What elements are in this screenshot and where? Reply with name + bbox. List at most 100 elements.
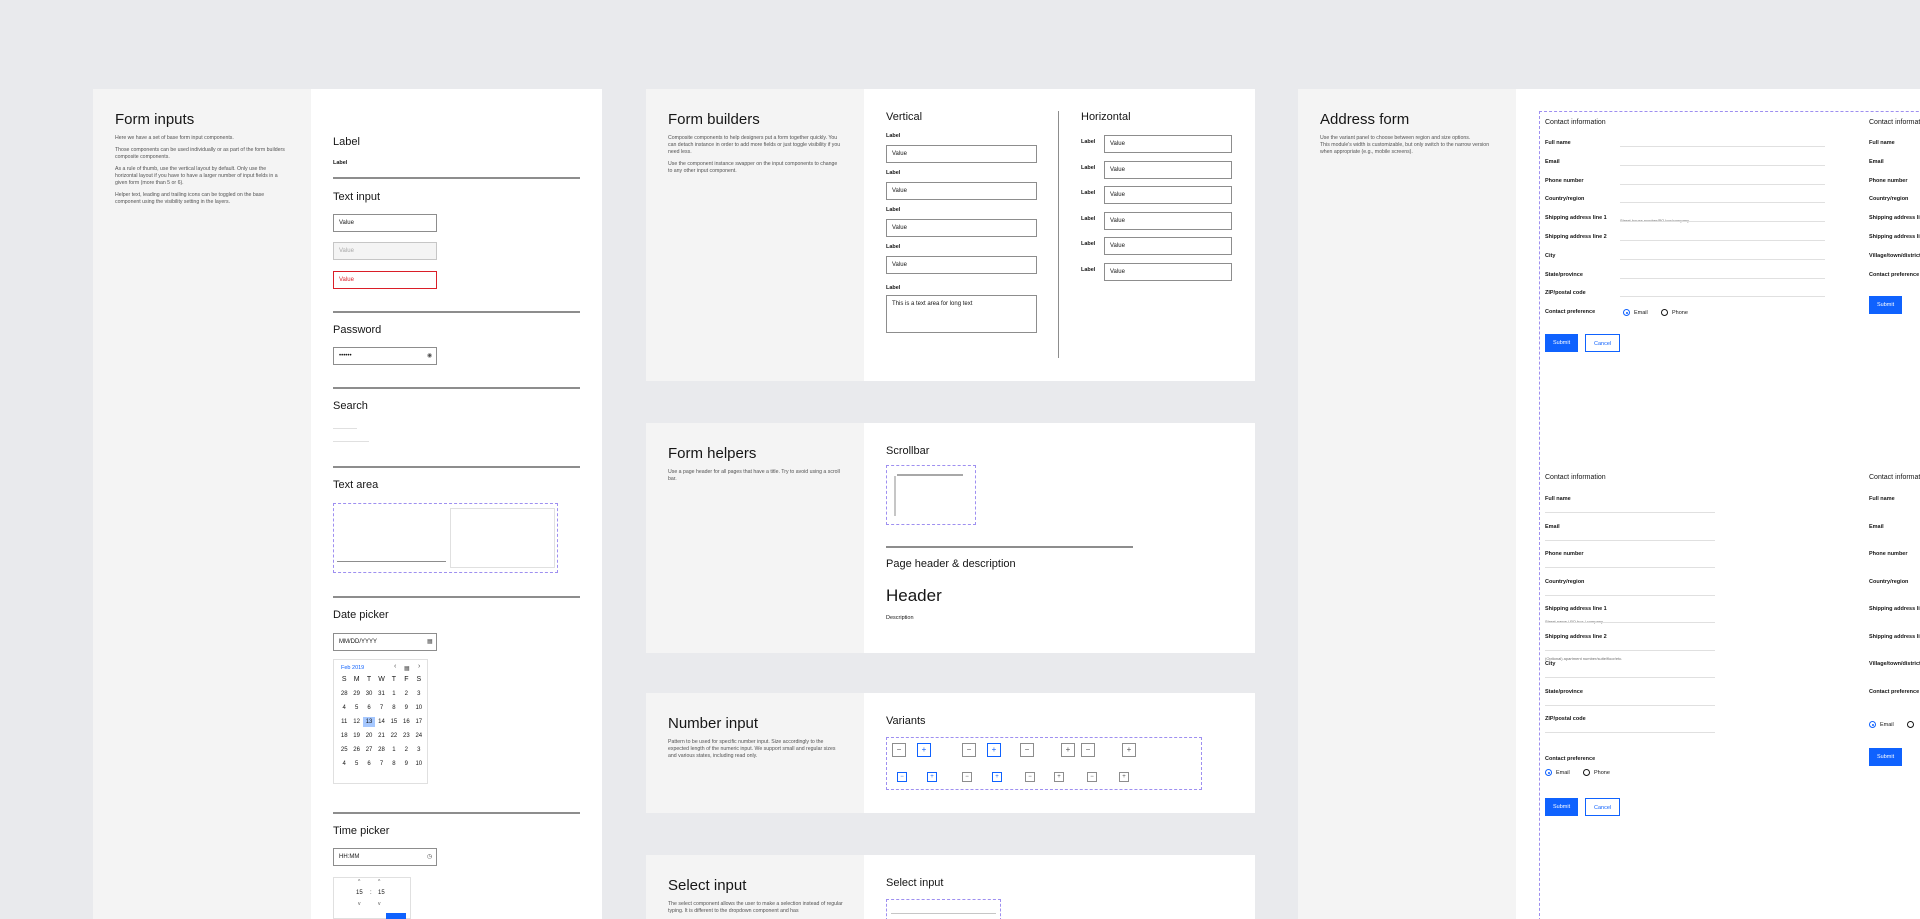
calendar-day[interactable]: 15 bbox=[388, 717, 400, 727]
vertical-text-area[interactable]: This is a text area for long text bbox=[886, 295, 1037, 333]
increment-button[interactable]: + bbox=[1061, 743, 1075, 757]
field-underline[interactable] bbox=[1545, 539, 1715, 541]
field-underline[interactable] bbox=[1620, 183, 1825, 185]
eye-icon[interactable]: ◉ bbox=[427, 352, 432, 359]
increment-small-button[interactable]: + bbox=[1119, 772, 1129, 782]
decrement-small-button[interactable]: − bbox=[1025, 772, 1035, 782]
calendar-day[interactable]: 30 bbox=[363, 689, 375, 699]
field-input[interactable]: Value bbox=[1104, 135, 1232, 153]
text-area[interactable] bbox=[337, 508, 446, 562]
calendar-day[interactable]: 16 bbox=[400, 717, 412, 727]
chevron-down-icon[interactable]: v bbox=[358, 901, 361, 907]
field-input[interactable]: Value bbox=[1104, 262, 1232, 281]
increment-small-button[interactable]: + bbox=[1054, 772, 1064, 782]
calendar-day[interactable]: 8 bbox=[388, 759, 400, 769]
field-underline[interactable] bbox=[1620, 146, 1825, 147]
submit-button[interactable]: Submit bbox=[1869, 748, 1903, 766]
chevron-up-icon[interactable]: ^ bbox=[358, 879, 360, 885]
field-underline[interactable] bbox=[1545, 704, 1715, 706]
decrement-small-button[interactable]: − bbox=[1087, 772, 1097, 782]
cancel-button[interactable]: Cancel bbox=[1585, 798, 1621, 816]
calendar-day[interactable]: 2 bbox=[400, 689, 412, 699]
calendar-day[interactable]: 14 bbox=[375, 717, 387, 727]
field-underline[interactable] bbox=[1620, 164, 1825, 166]
minutes-value[interactable]: 15 bbox=[378, 890, 385, 896]
field-input[interactable]: Value bbox=[886, 256, 1037, 274]
increment-button[interactable]: + bbox=[987, 743, 1001, 757]
decrement-button[interactable]: − bbox=[892, 743, 906, 757]
calendar-day[interactable]: 31 bbox=[375, 689, 387, 699]
hours-value[interactable]: 15 bbox=[356, 890, 363, 896]
calendar-day[interactable]: 29 bbox=[350, 689, 362, 699]
select-input-field[interactable] bbox=[891, 904, 996, 914]
horizontal-scrollbar[interactable] bbox=[897, 474, 963, 476]
calendar-day[interactable]: 6 bbox=[363, 703, 375, 713]
calendar-day[interactable]: 8 bbox=[388, 703, 400, 713]
password-input[interactable]: •••••• bbox=[333, 347, 437, 365]
field-underline[interactable] bbox=[1545, 594, 1715, 596]
calendar-day[interactable]: 18 bbox=[338, 731, 350, 741]
increment-button[interactable]: + bbox=[917, 743, 931, 757]
field-input[interactable]: Value bbox=[1104, 237, 1232, 255]
increment-button[interactable]: + bbox=[1122, 743, 1136, 757]
field-underline[interactable] bbox=[1545, 732, 1715, 733]
field-input[interactable]: Value bbox=[1104, 211, 1232, 230]
date-input[interactable]: MM/DD/YYYY bbox=[333, 633, 437, 651]
field-input[interactable]: Value bbox=[886, 182, 1037, 200]
field-underline[interactable] bbox=[1545, 677, 1715, 678]
calendar-day[interactable]: 5 bbox=[350, 703, 362, 713]
submit-button[interactable]: Submit bbox=[1869, 296, 1903, 314]
field-underline[interactable] bbox=[1545, 512, 1715, 513]
calendar-day[interactable]: 1 bbox=[388, 745, 400, 755]
clock-icon[interactable]: ◷ bbox=[427, 853, 432, 860]
radio-email[interactable] bbox=[1545, 769, 1552, 776]
field-underline[interactable] bbox=[1620, 202, 1825, 204]
calendar-day[interactable]: 24 bbox=[413, 731, 425, 741]
field-underline[interactable] bbox=[1620, 258, 1825, 260]
cancel-button[interactable]: Cancel bbox=[1585, 334, 1621, 352]
calendar-day[interactable]: 7 bbox=[375, 759, 387, 769]
calendar-day[interactable]: 9 bbox=[400, 759, 412, 769]
chevron-right-icon[interactable]: › bbox=[418, 663, 420, 670]
time-input[interactable]: HH:MM bbox=[333, 848, 437, 866]
calendar-icon[interactable]: ▦ bbox=[427, 638, 433, 645]
field-underline[interactable] bbox=[1545, 622, 1715, 623]
calendar-day[interactable]: 13 bbox=[362, 717, 376, 727]
search-input-small[interactable] bbox=[333, 441, 369, 442]
calendar-icon[interactable]: ▦ bbox=[404, 665, 410, 672]
confirm-button[interactable] bbox=[386, 913, 406, 919]
field-input[interactable]: Value bbox=[1104, 160, 1232, 179]
text-input[interactable]: Value bbox=[333, 214, 437, 232]
calendar-day[interactable]: 11 bbox=[338, 717, 350, 727]
increment-small-button[interactable]: + bbox=[992, 772, 1002, 782]
field-input[interactable]: Value bbox=[1104, 186, 1232, 204]
calendar-day[interactable]: 28 bbox=[338, 689, 350, 699]
calendar-day[interactable]: 6 bbox=[363, 759, 375, 769]
chevron-up-icon[interactable]: ^ bbox=[378, 879, 380, 885]
calendar-day[interactable]: 3 bbox=[413, 689, 425, 699]
search-input[interactable] bbox=[333, 428, 357, 429]
decrement-small-button[interactable]: − bbox=[897, 772, 907, 782]
calendar-day[interactable]: 4 bbox=[338, 703, 350, 713]
calendar-day[interactable]: 3 bbox=[413, 745, 425, 755]
calendar-day[interactable]: 17 bbox=[413, 717, 425, 727]
calendar-day[interactable]: 22 bbox=[388, 731, 400, 741]
decrement-small-button[interactable]: − bbox=[962, 772, 972, 782]
submit-button[interactable]: Submit bbox=[1545, 798, 1579, 816]
calendar-day[interactable]: 23 bbox=[400, 731, 412, 741]
submit-button[interactable]: Submit bbox=[1545, 334, 1579, 352]
decrement-button[interactable]: − bbox=[1081, 743, 1095, 757]
text-area-with-counter[interactable] bbox=[450, 508, 555, 568]
calendar-day[interactable]: 2 bbox=[400, 745, 412, 755]
increment-small-button[interactable]: + bbox=[927, 772, 937, 782]
calendar-day[interactable]: 21 bbox=[375, 731, 387, 741]
calendar-day[interactable]: 20 bbox=[363, 731, 375, 741]
calendar-day[interactable]: 12 bbox=[350, 717, 362, 727]
calendar-day[interactable]: 4 bbox=[338, 759, 350, 769]
field-underline[interactable] bbox=[1620, 240, 1825, 241]
field-underline[interactable] bbox=[1620, 296, 1825, 298]
calendar-day[interactable]: 10 bbox=[413, 703, 425, 713]
field-underline[interactable] bbox=[1620, 221, 1825, 223]
radio-phone[interactable] bbox=[1661, 309, 1668, 316]
calendar-day[interactable]: 25 bbox=[338, 745, 350, 755]
